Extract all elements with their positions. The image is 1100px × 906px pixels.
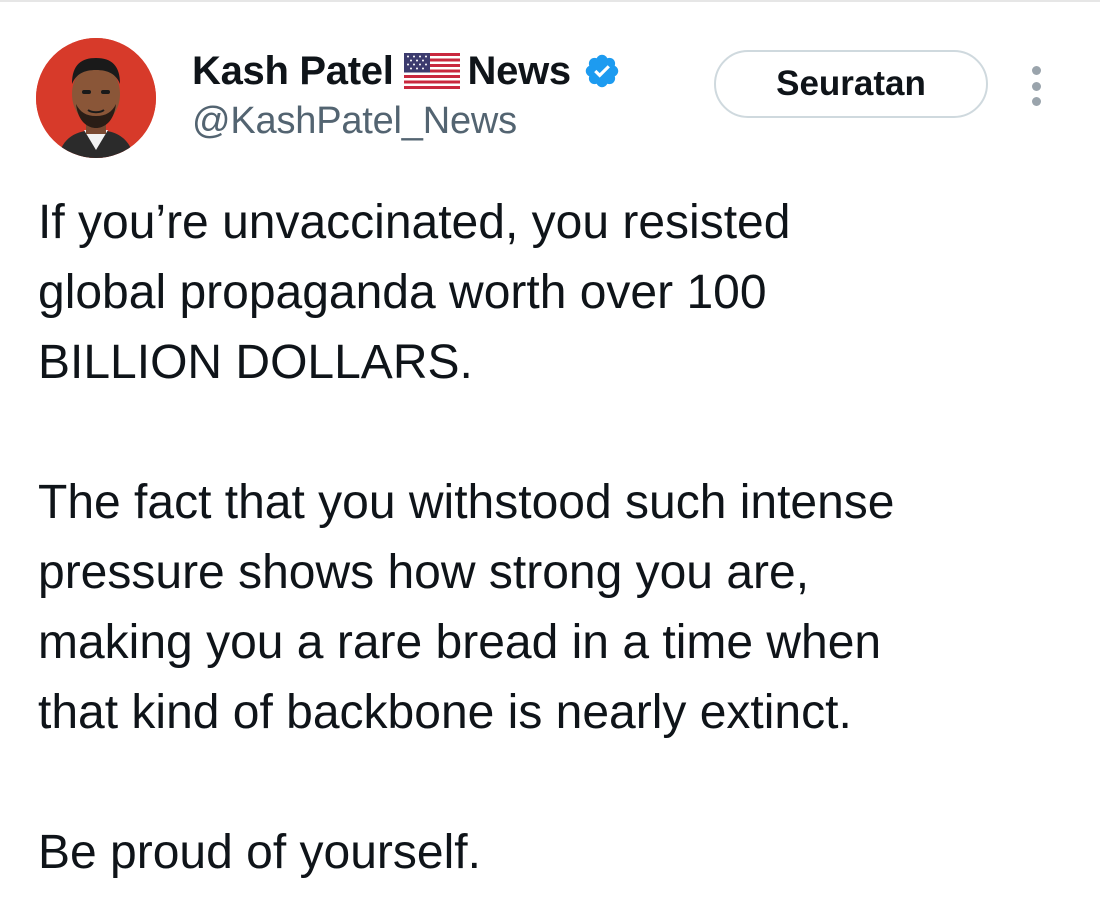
author-info: Kash Patel News @KashPatel_News xyxy=(192,44,621,143)
tweet-text: If you’re unvaccinated, you resisted glo… xyxy=(38,188,1078,888)
tweet-paragraph-2: The fact that you withstood such intense… xyxy=(38,468,1078,748)
tweet-paragraph-3: Be proud of yourself. xyxy=(38,818,1078,888)
display-name-first[interactable]: Kash Patel xyxy=(192,49,394,94)
display-name-row[interactable]: Kash Patel News xyxy=(192,44,621,98)
follow-button[interactable]: Seuratan xyxy=(714,50,988,118)
author-handle[interactable]: @KashPatel_News xyxy=(192,100,621,143)
text-line: pressure shows how strong you are, xyxy=(38,546,810,599)
text-line: BILLION DOLLARS. xyxy=(38,336,473,389)
more-dot xyxy=(1031,81,1041,91)
text-line: making you a rare bread in a time when xyxy=(38,616,882,669)
tweet-header: Kash Patel News @KashPatel_News Seuratan xyxy=(36,38,1066,158)
more-vertical-icon[interactable] xyxy=(1026,66,1046,106)
text-line: If you’re unvaccinated, you resisted xyxy=(38,196,791,249)
text-line: global propaganda worth over 100 xyxy=(38,266,767,319)
verified-badge-icon[interactable] xyxy=(583,52,621,90)
avatar-portrait xyxy=(36,38,156,158)
us-flag-icon xyxy=(403,53,460,89)
avatar[interactable] xyxy=(36,38,156,158)
text-line: Be proud of yourself. xyxy=(38,826,481,879)
display-name-second[interactable]: News xyxy=(468,49,572,94)
top-divider xyxy=(0,0,1100,2)
more-dot xyxy=(1031,66,1041,75)
text-line: that kind of backbone is nearly extinct. xyxy=(38,686,852,739)
text-line: The fact that you withstood such intense xyxy=(38,476,895,529)
tweet-paragraph-1: If you’re unvaccinated, you resisted glo… xyxy=(38,188,1078,398)
more-dot xyxy=(1031,97,1041,106)
